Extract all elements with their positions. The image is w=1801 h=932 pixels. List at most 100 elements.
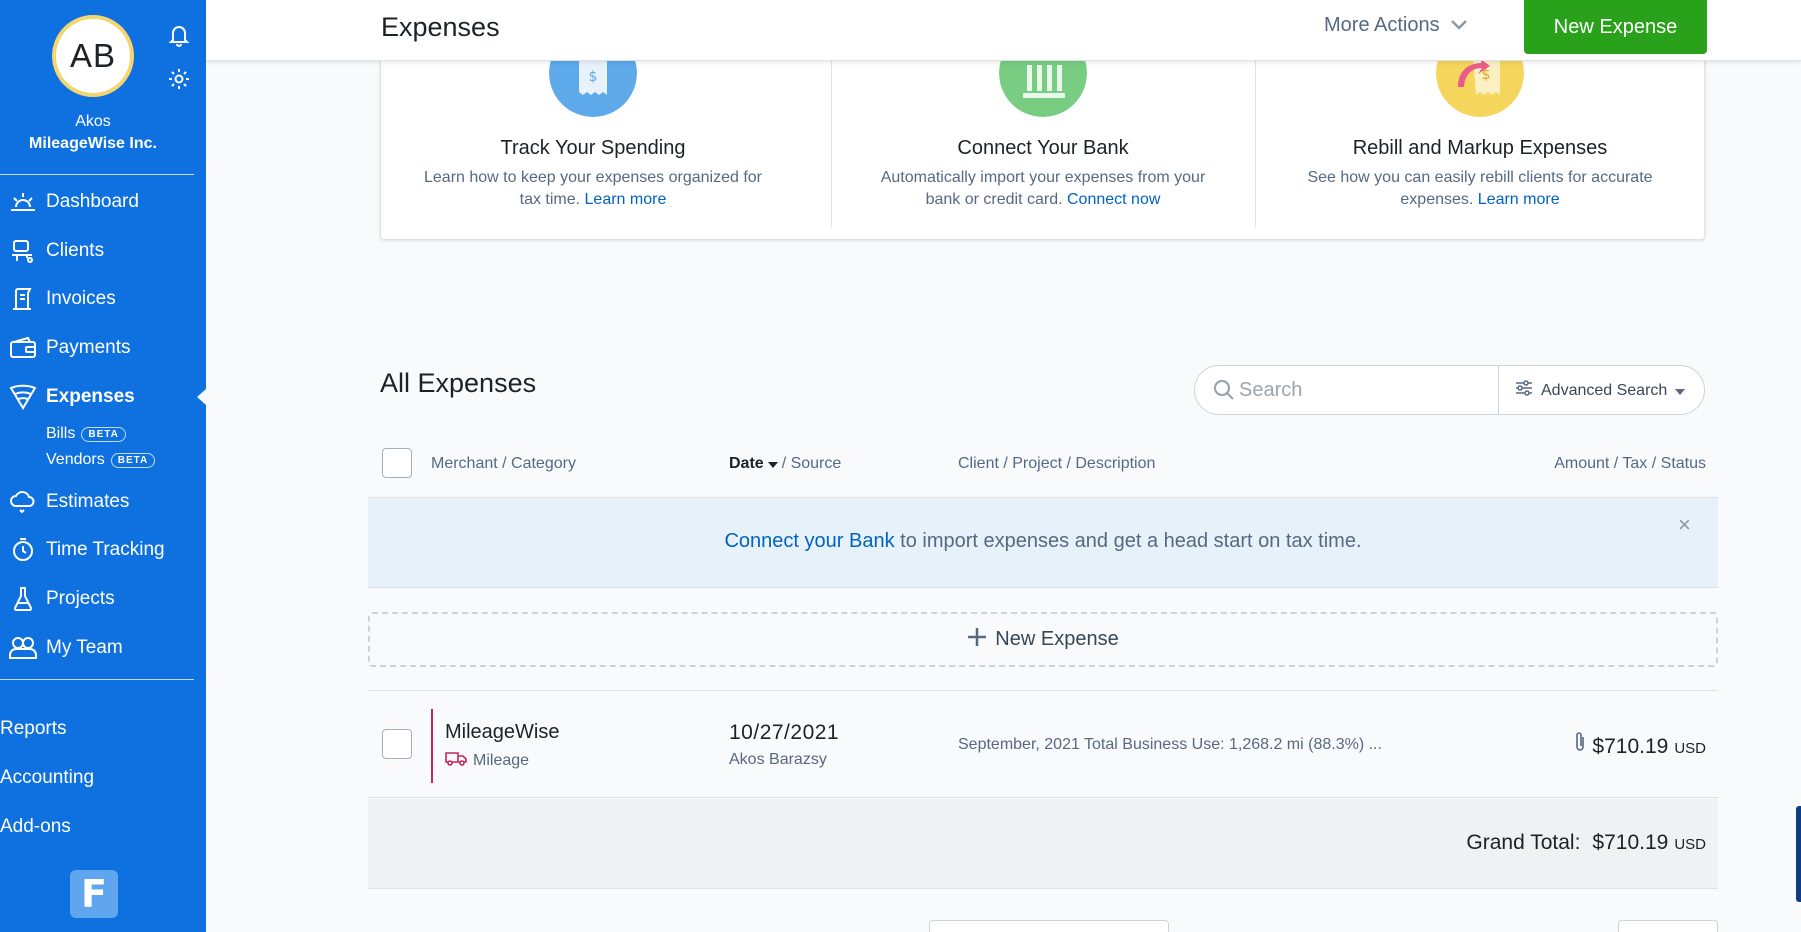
nav-invoices[interactable]: Invoices [0, 282, 206, 316]
new-expense-row-label: New Expense [995, 628, 1119, 650]
select-all-checkbox[interactable] [382, 448, 412, 478]
grand-total-row: Grand Total: $710.19 USD [368, 799, 1718, 889]
wallet-icon [0, 331, 46, 365]
clients-icon [0, 234, 46, 268]
new-expense-button[interactable]: New Expense [1524, 0, 1707, 54]
merchant-name: MileageWise [445, 721, 560, 743]
amount-currency: USD [1674, 740, 1706, 757]
bell-icon[interactable] [166, 22, 192, 48]
nav-reports[interactable]: Reports [0, 718, 67, 740]
card-title: Track Your Spending [500, 137, 686, 159]
flask-icon [0, 582, 46, 616]
advanced-search-button[interactable]: Advanced Search [1515, 380, 1686, 401]
category-label: Mileage [473, 751, 530, 769]
sort-down-icon [767, 455, 778, 473]
expenses-icon [0, 380, 46, 414]
expense-amount: $710.19 USD [1574, 731, 1706, 759]
nav-dashboard[interactable]: Dashboard [0, 185, 206, 219]
nav-expenses[interactable]: Expenses [0, 380, 206, 414]
nav-clients[interactable]: Clients [0, 234, 206, 268]
pagination-control[interactable] [929, 920, 1169, 932]
nav-time-tracking-label: Time Tracking [46, 539, 165, 560]
learn-more-link[interactable]: Learn more [585, 191, 667, 208]
stopwatch-icon [0, 533, 46, 567]
grand-total: Grand Total: $710.19 USD [1466, 831, 1706, 855]
top-bar: Expenses More Actions New Expense [206, 0, 1801, 61]
sidebar: AB Akos MileageWise Inc. Dashboard Clien… [0, 0, 206, 932]
card-text: See how you can easily rebill clients fo… [1295, 167, 1665, 211]
nav-invoices-label: Invoices [46, 288, 116, 309]
nav-add-ons[interactable]: Add-ons [0, 816, 71, 838]
grand-total-amount: $710.19 USD [1592, 831, 1706, 855]
more-actions-dropdown[interactable]: More Actions [1324, 14, 1468, 37]
connect-bank-link[interactable]: Connect your Bank [724, 530, 894, 552]
card-track-spending: $ Track Your Spending Learn how to keep … [381, 29, 805, 241]
expense-source: Akos Barazsy [729, 751, 827, 768]
expense-date: 10/27/2021 [729, 721, 840, 744]
nav-bills-label: Bills [46, 425, 76, 442]
connect-bank-banner: Connect your Bank to import expenses and… [368, 498, 1718, 588]
search-input[interactable] [1239, 376, 1479, 404]
nav-vendors-label: Vendors [46, 451, 105, 468]
nav-projects[interactable]: Projects [0, 582, 206, 616]
column-date[interactable]: Date / Source [729, 455, 841, 473]
more-actions-label: More Actions [1324, 14, 1440, 36]
sliders-icon [1515, 380, 1533, 401]
grand-total-label: Grand Total: [1466, 831, 1581, 854]
sun-icon [0, 185, 46, 219]
nav-estimates[interactable]: Estimates [0, 485, 206, 519]
banner-text: to import expenses and get a head start … [894, 530, 1362, 552]
caret-down-icon [1675, 382, 1686, 400]
nav-my-team-label: My Team [46, 637, 123, 658]
attachment-icon [1574, 731, 1586, 759]
avatar[interactable]: AB [52, 15, 134, 97]
search-box: Advanced Search [1194, 365, 1705, 415]
cloud-icon [0, 485, 46, 519]
nav-time-tracking[interactable]: Time Tracking [0, 533, 206, 567]
category: Mileage [445, 750, 529, 771]
page-title: Expenses [381, 12, 500, 42]
grand-total-value: $710.19 [1592, 831, 1669, 854]
nav-payments-label: Payments [46, 337, 131, 358]
new-expense-row-button[interactable]: New Expense [368, 612, 1718, 667]
nav-clients-label: Clients [46, 240, 105, 261]
card-title: Connect Your Bank [957, 137, 1129, 159]
invoice-icon [0, 282, 46, 316]
grand-total-currency: USD [1674, 836, 1706, 853]
plus-icon [967, 627, 987, 653]
nav-expenses-label: Expenses [46, 386, 135, 407]
row-checkbox[interactable] [382, 729, 412, 759]
nav-bills[interactable]: Bills BETA [46, 425, 126, 443]
connect-now-link[interactable]: Connect now [1067, 191, 1160, 208]
column-amount[interactable]: Amount / Tax / Status [1554, 455, 1706, 473]
amount-value: $710.19 [1592, 735, 1669, 758]
banner-message: Connect your Bank to import expenses and… [368, 530, 1718, 553]
beta-badge: BETA [110, 452, 156, 468]
column-source-label: / Source [781, 455, 842, 472]
team-icon [0, 631, 46, 665]
chevron-down-icon [1450, 14, 1468, 37]
search-icon [1213, 379, 1235, 406]
nav-projects-label: Projects [46, 588, 115, 609]
advanced-search-label: Advanced Search [1541, 381, 1668, 399]
column-merchant[interactable]: Merchant / Category [431, 455, 576, 473]
nav-payments[interactable]: Payments [0, 331, 206, 365]
nav-vendors[interactable]: Vendors BETA [46, 451, 156, 469]
per-page-select[interactable] [1618, 920, 1718, 932]
column-client[interactable]: Client / Project / Description [958, 455, 1155, 473]
close-icon[interactable]: × [1678, 512, 1691, 538]
search-divider [1498, 366, 1499, 414]
help-widget-tab[interactable] [1796, 806, 1801, 902]
column-date-label: Date [729, 455, 764, 472]
user-name: Akos [75, 113, 111, 130]
nav-my-team[interactable]: My Team [0, 631, 206, 665]
company-name[interactable]: MileageWise Inc. [0, 135, 186, 153]
sidebar-divider [0, 679, 194, 680]
expense-description: September, 2021 Total Business Use: 1,26… [958, 736, 1382, 753]
card-title: Rebill and Markup Expenses [1352, 137, 1608, 159]
learn-more-link[interactable]: Learn more [1478, 191, 1560, 208]
freshbooks-logo: F [70, 870, 118, 918]
gear-icon[interactable] [166, 66, 192, 92]
nav-accounting[interactable]: Accounting [0, 767, 94, 789]
table-row[interactable]: MileageWise Mileage 10/27/2021 Akos Bara… [368, 690, 1718, 798]
